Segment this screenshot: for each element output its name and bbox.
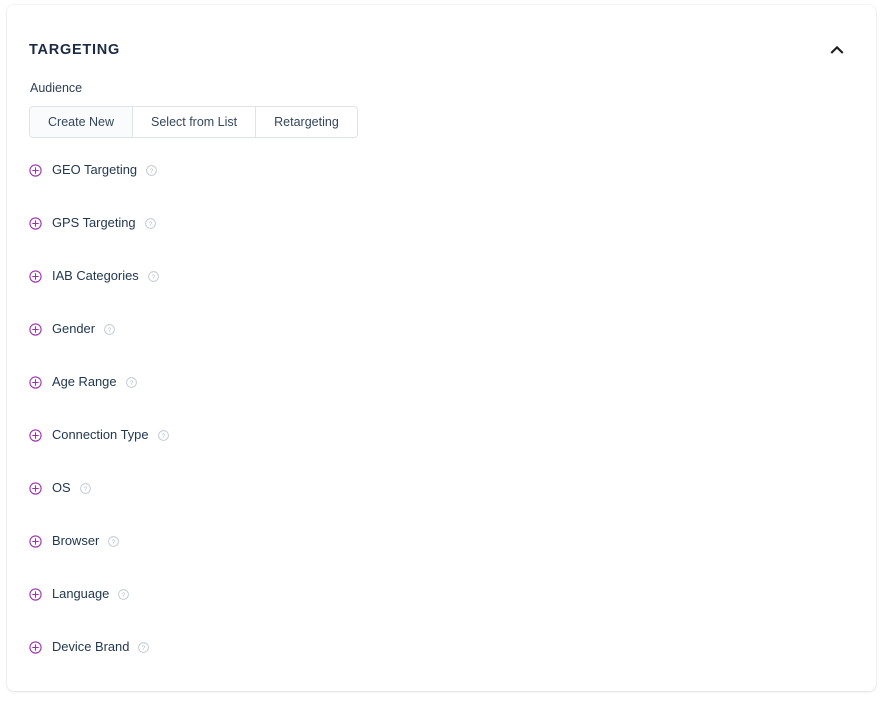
targeting-option-gps-targeting[interactable]: GPS Targeting ? bbox=[29, 214, 156, 233]
audience-label: Audience bbox=[30, 81, 83, 95]
plus-circle-icon[interactable] bbox=[29, 482, 42, 495]
svg-text:?: ? bbox=[150, 168, 154, 175]
targeting-option-label: IAB Categories bbox=[52, 268, 139, 284]
targeting-option-label: GPS Targeting bbox=[52, 215, 136, 231]
page-title: TARGETING bbox=[29, 41, 121, 58]
targeting-option-label: Connection Type bbox=[52, 427, 149, 443]
targeting-options-list: GEO Targeting ? GPS Targeting ? IAB Cate… bbox=[7, 138, 876, 657]
targeting-option-browser[interactable]: Browser ? bbox=[29, 532, 120, 551]
targeting-option-age-range[interactable]: Age Range ? bbox=[29, 373, 137, 392]
audience-option-retargeting[interactable]: Retargeting bbox=[256, 107, 357, 137]
plus-circle-icon[interactable] bbox=[29, 429, 42, 442]
svg-text:?: ? bbox=[83, 486, 87, 493]
question-circle-icon[interactable]: ? bbox=[147, 271, 159, 282]
audience-segmented-control: Create New Select from List Retargeting bbox=[29, 106, 358, 138]
collapse-section-button[interactable] bbox=[822, 37, 852, 63]
svg-text:?: ? bbox=[112, 539, 116, 546]
audience-field: Audience Create New Select from List Ret… bbox=[7, 67, 876, 138]
audience-option-create-new[interactable]: Create New bbox=[30, 107, 133, 137]
chevron-up-icon bbox=[828, 41, 846, 59]
targeting-option-device-brand[interactable]: Device Brand ? bbox=[29, 638, 150, 657]
targeting-option-label: Age Range bbox=[52, 374, 117, 390]
question-circle-icon[interactable]: ? bbox=[146, 165, 157, 176]
targeting-option-label: Gender bbox=[52, 321, 95, 337]
targeting-option-label: Browser bbox=[52, 533, 100, 549]
targeting-option-os[interactable]: OS ? bbox=[29, 479, 91, 498]
question-circle-icon[interactable]: ? bbox=[108, 536, 120, 547]
question-circle-icon[interactable]: ? bbox=[125, 377, 137, 388]
plus-circle-icon[interactable] bbox=[29, 588, 42, 601]
svg-text:?: ? bbox=[161, 433, 165, 440]
targeting-option-geo-targeting[interactable]: GEO Targeting ? bbox=[29, 161, 157, 180]
question-circle-icon[interactable]: ? bbox=[144, 218, 156, 229]
plus-circle-icon[interactable] bbox=[29, 376, 42, 389]
targeting-option-language[interactable]: Language ? bbox=[29, 585, 130, 604]
plus-circle-icon[interactable] bbox=[29, 217, 42, 230]
svg-text:?: ? bbox=[129, 380, 133, 387]
targeting-option-label: Device Brand bbox=[52, 639, 130, 655]
plus-circle-icon[interactable] bbox=[29, 164, 42, 177]
targeting-option-connection-type[interactable]: Connection Type ? bbox=[29, 426, 169, 445]
svg-text:?: ? bbox=[148, 221, 152, 228]
svg-text:?: ? bbox=[151, 274, 155, 281]
svg-text:?: ? bbox=[142, 645, 146, 652]
question-circle-icon[interactable]: ? bbox=[104, 324, 115, 335]
page-root: TARGETING Audience Create New Select fro… bbox=[0, 0, 895, 705]
plus-circle-icon[interactable] bbox=[29, 270, 42, 283]
question-circle-icon[interactable]: ? bbox=[138, 642, 150, 653]
targeting-option-label: OS bbox=[52, 480, 71, 496]
targeting-option-iab-categories[interactable]: IAB Categories ? bbox=[29, 267, 159, 286]
targeting-option-label: GEO Targeting bbox=[52, 162, 138, 178]
plus-circle-icon[interactable] bbox=[29, 323, 42, 336]
svg-text:?: ? bbox=[122, 592, 126, 599]
question-circle-icon[interactable]: ? bbox=[118, 589, 130, 600]
targeting-option-gender[interactable]: Gender ? bbox=[29, 320, 115, 339]
question-circle-icon[interactable]: ? bbox=[157, 430, 169, 441]
audience-option-select-from-list[interactable]: Select from List bbox=[133, 107, 257, 137]
svg-text:?: ? bbox=[108, 327, 112, 334]
plus-circle-icon[interactable] bbox=[29, 641, 42, 654]
targeting-option-label: Language bbox=[52, 586, 110, 602]
plus-circle-icon[interactable] bbox=[29, 535, 42, 548]
question-circle-icon[interactable]: ? bbox=[79, 483, 91, 494]
targeting-card: TARGETING Audience Create New Select fro… bbox=[7, 5, 876, 691]
card-header: TARGETING bbox=[7, 5, 876, 67]
